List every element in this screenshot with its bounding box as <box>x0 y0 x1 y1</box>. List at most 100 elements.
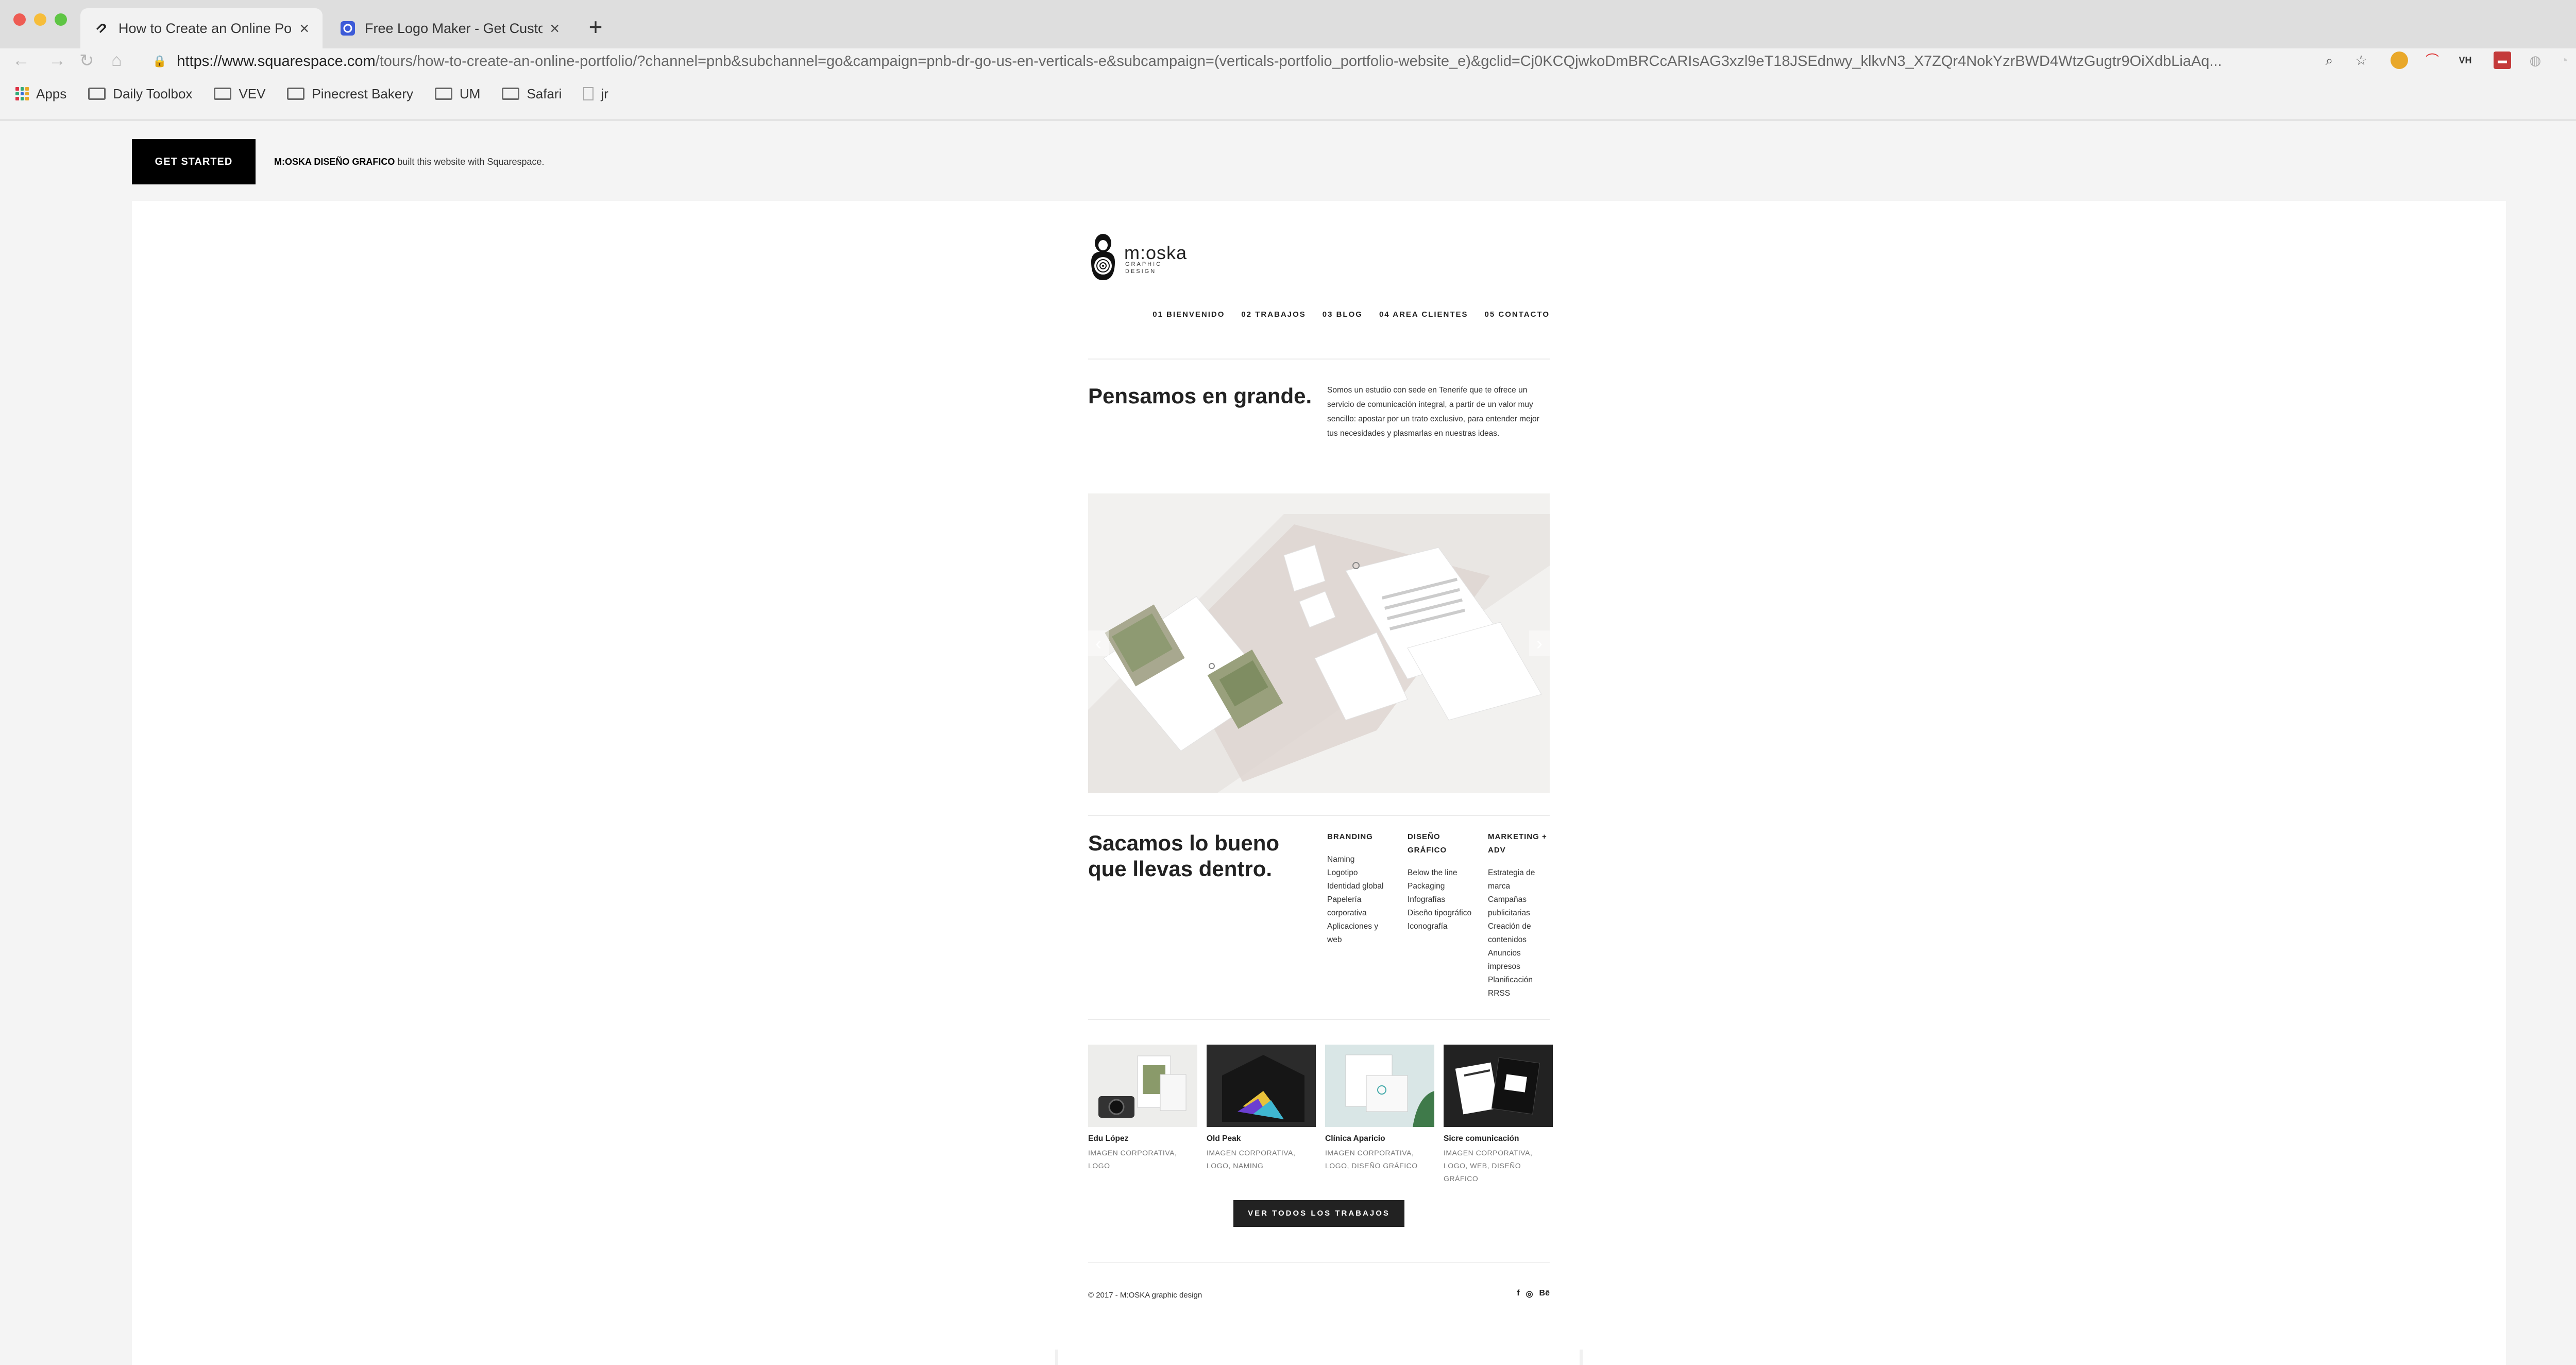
search-icon[interactable]: ⌕ <box>2320 52 2338 69</box>
service-title-diseno: DISEÑO GRÁFICO <box>1408 832 1447 855</box>
project-thumb-old-peak[interactable] <box>1207 1045 1316 1127</box>
hero-heading: Pensamos en grande. <box>1088 384 1312 408</box>
service-title-marketing: MARKETING + ADV <box>1488 832 1547 855</box>
bookmark-label: Pinecrest Bakery <box>312 86 413 101</box>
address-bar[interactable]: 🔒 https://www.squarespace.com/tours/how-… <box>152 49 2311 73</box>
list-item: Creación de contenidos <box>1488 922 1531 944</box>
built-with-text: M:OSKA DISEÑO GRAFICO built this website… <box>274 157 545 167</box>
get-started-button[interactable]: GET STARTED <box>132 139 256 184</box>
service-list-diseno: Below the line Packaging Infografías Dis… <box>1408 866 1475 933</box>
project-thumb-clinica-aparicio[interactable] <box>1325 1045 1434 1127</box>
list-item: Diseño tipográfico <box>1408 909 1472 917</box>
image-slider[interactable]: ‹ › <box>1088 493 1550 793</box>
extension-red-icon[interactable]: ▬ <box>2494 52 2511 69</box>
close-tab-icon[interactable]: × <box>550 19 560 38</box>
list-item: Iconografía <box>1408 922 1448 931</box>
tab-title: Free Logo Maker - Get Custom <box>365 20 543 36</box>
bookmark-label: Apps <box>36 86 67 101</box>
folder-icon <box>502 88 520 100</box>
bookmark-vev[interactable]: VEV <box>214 86 265 102</box>
instagram-icon[interactable]: ◎ <box>1526 1289 1533 1299</box>
behance-icon[interactable]: Bē <box>1539 1289 1550 1299</box>
folder-icon <box>287 88 305 100</box>
project-image <box>1444 1045 1553 1127</box>
url-host: https://www.squarespace.com <box>177 53 376 70</box>
bookmark-star-icon[interactable]: ☆ <box>2352 52 2370 69</box>
folder-icon <box>435 88 452 100</box>
extension-rainbow-icon[interactable]: ⌒ <box>2424 52 2441 69</box>
project-image <box>1207 1045 1316 1127</box>
matryoshka-logo-icon[interactable] <box>1088 233 1118 281</box>
nav-area-clientes[interactable]: 04 AREA CLIENTES <box>1379 310 1468 319</box>
list-item: Anuncios impresos <box>1488 949 1521 971</box>
bookmarks-bar: Apps Daily Toolbox VEV Pinecrest Bakery … <box>15 82 630 105</box>
extension-1-icon[interactable] <box>2391 52 2408 69</box>
website-preview: m:oska GRAPHIC DESIGN 01 BIENVENIDO 02 T… <box>1055 201 1583 1350</box>
list-item: Planificación RRSS <box>1488 976 1533 998</box>
forward-icon[interactable]: → <box>48 50 66 71</box>
url-path: /tours/how-to-create-an-online-portfolio… <box>375 53 2222 70</box>
site-navigation: 01 BIENVENIDO 02 TRABAJOS 03 BLOG 04 ARE… <box>1153 310 1550 319</box>
bookmark-um[interactable]: UM <box>435 86 480 102</box>
close-window-button[interactable] <box>13 13 26 26</box>
hero-description: Somos un estudio con sede en Tenerife qu… <box>1327 386 1539 438</box>
nav-bienvenido[interactable]: 01 BIENVENIDO <box>1153 310 1225 319</box>
services-heading: Sacamos lo bueno que llevas dentro. <box>1088 831 1280 881</box>
new-tab-button[interactable]: + <box>581 12 610 41</box>
tab-logo-maker[interactable]: Free Logo Maker - Get Custom × <box>327 8 573 48</box>
zoom-window-button[interactable] <box>55 13 67 26</box>
project-name[interactable]: Edu López <box>1088 1134 1128 1144</box>
project-tags: IMAGEN CORPORATIVA, LOGO, WEB, DISEÑO GR… <box>1444 1149 1533 1183</box>
list-item: Aplicaciones y web <box>1327 922 1379 944</box>
extension-lightgray-icon[interactable]: ◔ <box>2555 52 2573 69</box>
bookmark-jr[interactable]: jr <box>583 86 608 102</box>
extension-vh-icon[interactable]: VH <box>2456 52 2474 69</box>
slider-next-icon[interactable]: › <box>1529 630 1550 656</box>
project-name[interactable]: Old Peak <box>1207 1134 1241 1144</box>
list-item: Below the line <box>1408 868 1458 877</box>
project-tags: IMAGEN CORPORATIVA, LOGO, DISEÑO GRÁFICO <box>1325 1149 1418 1170</box>
list-item: Packaging <box>1408 882 1445 891</box>
tab-portfolio[interactable]: How to Create an Online Portfolio × <box>80 8 323 48</box>
bookmark-apps[interactable]: Apps <box>15 86 66 102</box>
slider-prev-icon[interactable]: ‹ <box>1088 630 1109 656</box>
project-tags: IMAGEN CORPORATIVA, LOGO, NAMING <box>1207 1149 1296 1170</box>
project-image <box>1098 1055 1187 1118</box>
bookmark-safari[interactable]: Safari <box>502 86 562 102</box>
home-icon[interactable]: ⌂ <box>111 50 122 71</box>
folder-icon <box>88 88 106 100</box>
back-icon[interactable]: ← <box>12 50 30 71</box>
project-name[interactable]: Clínica Aparicio <box>1325 1134 1385 1144</box>
bookmark-daily-toolbox[interactable]: Daily Toolbox <box>88 86 192 102</box>
minimize-window-button[interactable] <box>34 13 46 26</box>
list-item: Campañas publicitarias <box>1488 895 1530 917</box>
built-with-suffix: built this website with Squarespace. <box>395 157 545 167</box>
project-image <box>1325 1045 1434 1127</box>
close-tab-icon[interactable]: × <box>299 19 309 38</box>
copyright-text: © 2017 - M:OSKA graphic design <box>1088 1291 1202 1300</box>
facebook-icon[interactable]: f <box>1517 1289 1519 1299</box>
extension-gray-icon[interactable]: ◍ <box>2527 52 2544 69</box>
tab-title: How to Create an Online Portfolio <box>118 20 292 36</box>
bookmark-label: Safari <box>527 86 562 101</box>
bookmark-label: jr <box>601 86 608 101</box>
nav-blog[interactable]: 03 BLOG <box>1323 310 1363 319</box>
view-all-works-button[interactable]: VER TODOS LOS TRABAJOS <box>1233 1200 1404 1227</box>
nav-contacto[interactable]: 05 CONTACTO <box>1485 310 1550 319</box>
project-thumb-edu-lopez[interactable] <box>1088 1045 1197 1127</box>
reload-icon[interactable]: ↻ <box>79 50 94 71</box>
divider <box>1088 1019 1550 1020</box>
service-list-branding: Naming Logotipo Identidad global Papeler… <box>1327 853 1394 947</box>
divider <box>1088 815 1550 816</box>
browser-tab-bar: How to Create an Online Portfolio × Free… <box>0 0 2576 48</box>
list-item: Identidad global <box>1327 882 1384 891</box>
project-thumb-sicre[interactable] <box>1444 1045 1553 1127</box>
project-name[interactable]: Sicre comunicación <box>1444 1134 1519 1144</box>
lock-icon: 🔒 <box>152 55 167 67</box>
logo-tagline: GRAPHIC DESIGN <box>1125 261 1162 275</box>
project-tags: IMAGEN CORPORATIVA, LOGO <box>1088 1149 1177 1170</box>
nav-trabajos[interactable]: 02 TRABAJOS <box>1241 310 1306 319</box>
bookmark-pinecrest-bakery[interactable]: Pinecrest Bakery <box>287 86 413 102</box>
apps-grid-icon <box>15 87 29 100</box>
list-item: Infografías <box>1408 895 1446 904</box>
